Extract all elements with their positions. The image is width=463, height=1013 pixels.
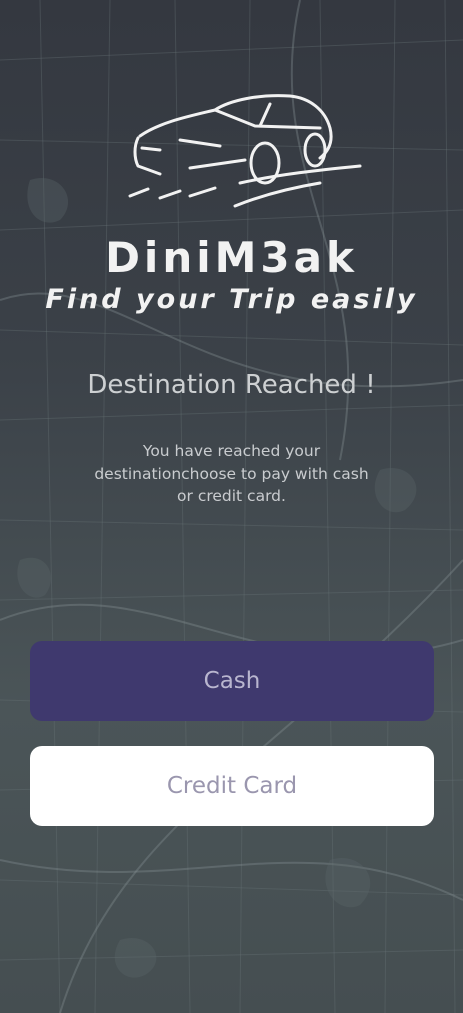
credit-card-button[interactable]: Credit Card <box>30 746 434 826</box>
car-icon <box>128 94 362 208</box>
cash-button[interactable]: Cash <box>30 641 434 721</box>
brand-name: DiniM3ak <box>105 233 358 282</box>
brand-tagline: Find your Trip easily <box>45 284 418 315</box>
destination-reached-screen: DiniM3ak Find your Trip easily Destinati… <box>0 0 463 1013</box>
payment-instruction-text: You have reached your destinationchoose … <box>94 442 369 505</box>
page-title: Destination Reached ! <box>87 370 376 400</box>
